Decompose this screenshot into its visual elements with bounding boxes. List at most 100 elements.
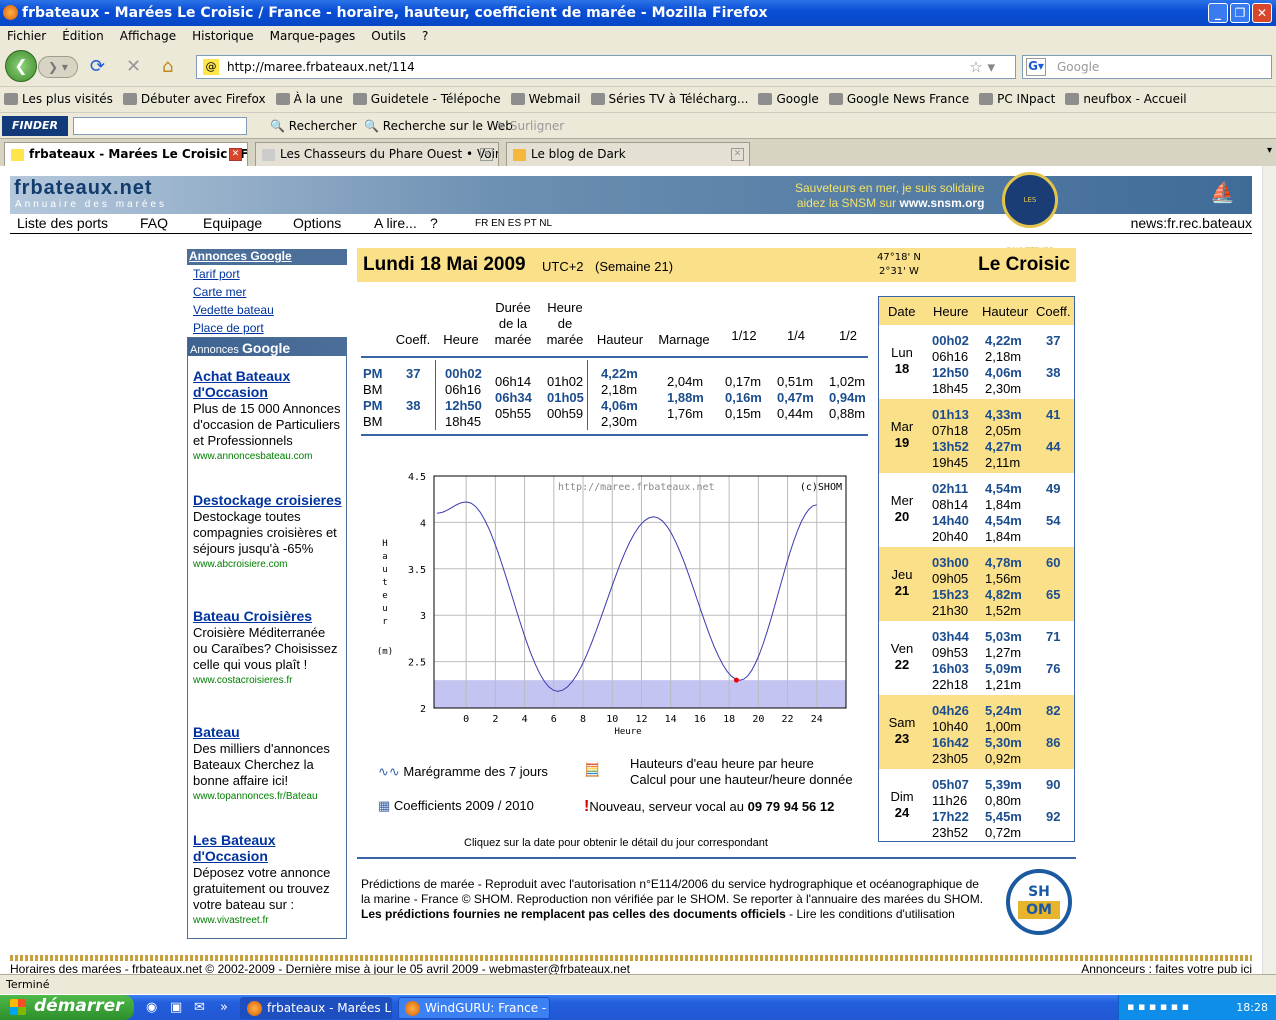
- stop-icon[interactable]: ✕: [126, 56, 141, 77]
- language-links[interactable]: FR EN ES PT NL: [475, 218, 552, 229]
- ad-title[interactable]: Achat Bateaux d'Occasion: [193, 368, 343, 400]
- tab-frbateaux[interactable]: frbateaux - Marées Le Croisic / F... ✕: [4, 142, 248, 166]
- week-day-row[interactable]: Lun 18 00h02 4,22m 06h16 2,18m 12h50 4,06m 18h45…: [879, 325, 1074, 399]
- nav-ports[interactable]: Liste des ports: [17, 215, 108, 231]
- menu-help[interactable]: ?: [422, 26, 428, 48]
- x-tick-label: 4: [522, 714, 528, 725]
- week-day-row[interactable]: Mar 19 01h13 4,33m 07h18 2,05m 13h52 4,27m 19h45…: [879, 399, 1074, 473]
- finder-search-input[interactable]: [73, 117, 247, 135]
- quicklaunch-icon[interactable]: ◉: [146, 1000, 157, 1015]
- close-button[interactable]: ✕: [1252, 3, 1272, 23]
- menu-marque-pages[interactable]: Marque-pages: [270, 26, 356, 48]
- tab-blog-dark[interactable]: Le blog de Dark ✕: [506, 142, 750, 166]
- google-engine-icon[interactable]: G▾: [1026, 58, 1046, 76]
- week-coeff: 60: [1046, 555, 1061, 570]
- sidebar-link[interactable]: Place de port: [193, 321, 347, 335]
- ad-item[interactable]: Achat Bateaux d'Occasion Plus de 15 000 …: [193, 368, 343, 462]
- minimize-button[interactable]: _: [1208, 3, 1228, 23]
- finder-highlight-button[interactable]: ✎ Surligner: [496, 119, 564, 133]
- quicklaunch-icon[interactable]: ✉: [194, 1000, 205, 1015]
- tidegram-link[interactable]: ∿∿ Marégramme des 7 jours: [378, 764, 548, 780]
- site-brand[interactable]: frbateaux.net: [14, 177, 153, 200]
- ad-url[interactable]: www.costacroisieres.fr: [193, 675, 343, 686]
- quicklaunch-more-icon[interactable]: »: [220, 1000, 228, 1015]
- bookmark-item[interactable]: Séries TV à Télécharg...: [591, 87, 749, 112]
- sidebar-link[interactable]: Vedette bateau: [193, 303, 347, 317]
- tab-list-icon[interactable]: ▾: [1267, 145, 1272, 156]
- ad-title[interactable]: Bateau: [193, 724, 343, 740]
- bookmark-item[interactable]: Débuter avec Firefox: [123, 87, 266, 112]
- sidebar-link[interactable]: Carte mer: [193, 285, 347, 299]
- advertisers-link[interactable]: Annonceurs : faites votre pub ici: [1081, 962, 1252, 974]
- nav-help[interactable]: ?: [430, 215, 438, 231]
- finder-search-button[interactable]: 🔍 Rechercher: [270, 119, 357, 133]
- nav-options[interactable]: Options: [293, 215, 341, 231]
- ad-description: Des milliers d'annonces Bateaux Cherchez…: [193, 741, 330, 788]
- conditions-link[interactable]: - Lire les conditions d'utilisation: [786, 907, 955, 921]
- snsm-link[interactable]: www.snsm.org: [900, 196, 985, 210]
- ad-url[interactable]: www.topannonces.fr/Bateau: [193, 791, 343, 802]
- tray-icons[interactable]: ▪ ▪ ▪ ▪ ▪ ▪: [1127, 1000, 1189, 1013]
- hourly-heights-link[interactable]: 🧮 Hauteurs d'eau heure par heure Calcul …: [584, 756, 853, 788]
- vertical-scrollbar[interactable]: [1262, 166, 1276, 974]
- bookmark-item[interactable]: neufbox - Accueil: [1065, 87, 1186, 112]
- ad-title[interactable]: Destockage croisieres: [193, 492, 343, 508]
- start-button[interactable]: démarrer: [0, 995, 134, 1020]
- coefficients-link[interactable]: ▦ Coefficients 2009 / 2010: [378, 798, 534, 814]
- week-time: 07h18: [932, 423, 969, 438]
- week-day-row[interactable]: Jeu 21 03h00 4,78m 09h05 1,56m 15h23 4,82m 21h30…: [879, 547, 1074, 621]
- ad-url[interactable]: www.annoncesbateau.com: [193, 451, 343, 462]
- back-button[interactable]: ❮: [5, 50, 37, 82]
- nav-equipage[interactable]: Equipage: [203, 215, 262, 231]
- close-tab-icon[interactable]: ✕: [480, 148, 493, 161]
- bookmark-item[interactable]: Google: [758, 87, 818, 112]
- taskbar-item[interactable]: WindGURU: France - ...: [398, 997, 550, 1019]
- week-time: 17h22: [932, 809, 969, 824]
- bookmark-item[interactable]: À la une: [276, 87, 343, 112]
- sidebar-link[interactable]: Tarif port: [193, 267, 347, 281]
- ad-item[interactable]: Bateau Des milliers d'annonces Bateaux C…: [193, 724, 343, 802]
- home-icon[interactable]: ⌂: [162, 56, 173, 77]
- bookmark-star-icon[interactable]: ☆ ▾: [969, 58, 995, 76]
- ad-item[interactable]: Les Bateaux d'Occasion Déposez votre ann…: [193, 832, 343, 926]
- taskbar-item[interactable]: frbateaux - Marées L...: [240, 997, 392, 1019]
- finder-web-button[interactable]: 🔍 Recherche sur le Web: [364, 119, 513, 133]
- week-height: 2,11m: [985, 455, 1021, 470]
- nav-alire[interactable]: A lire...: [374, 215, 417, 231]
- bookmark-item[interactable]: Guidetele - Télépoche: [353, 87, 501, 112]
- bookmark-item[interactable]: Webmail: [511, 87, 581, 112]
- ad-url[interactable]: www.vivastreet.fr: [193, 915, 343, 926]
- tab-chasseurs[interactable]: Les Chasseurs du Phare Ouest • Voir le..…: [255, 142, 499, 166]
- week-day-row[interactable]: Sam 23 04h26 5,24m 10h40 1,00m 16h42 5,30m 23h05…: [879, 695, 1074, 769]
- bookmark-item[interactable]: Les plus visités: [4, 87, 113, 112]
- menu-historique[interactable]: Historique: [192, 26, 254, 48]
- week-day-row[interactable]: Mer 20 02h11 4,54m 08h14 1,84m 14h40 4,54m 20h40…: [879, 473, 1074, 547]
- bookmark-item[interactable]: Google News France: [829, 87, 969, 112]
- sidebar-heading[interactable]: Annonces Google: [187, 249, 347, 265]
- reload-icon[interactable]: ⟳: [90, 56, 105, 77]
- url-bar[interactable]: @ http://maree.frbateaux.net/114 ☆ ▾: [196, 55, 1016, 79]
- week-number: (Semaine 21): [595, 259, 674, 274]
- ad-item[interactable]: Bateau Croisières Croisière Méditerranée…: [193, 608, 343, 686]
- close-tab-icon[interactable]: ✕: [229, 148, 242, 161]
- week-day-row[interactable]: Dim 24 05h07 5,39m 11h26 0,80m 17h22 5,45m 23h52…: [879, 769, 1074, 843]
- nav-news[interactable]: news:fr.rec.bateaux: [1131, 215, 1252, 231]
- menu-fichier[interactable]: Fichier: [7, 26, 46, 48]
- menu-outils[interactable]: Outils: [371, 26, 406, 48]
- quicklaunch-icon[interactable]: ▣: [170, 1000, 182, 1015]
- col-header: Marnage: [658, 332, 710, 347]
- close-tab-icon[interactable]: ✕: [731, 148, 744, 161]
- bookmark-item[interactable]: PC INpact: [979, 87, 1055, 112]
- week-day-row[interactable]: Ven 22 03h44 5,03m 09h53 1,27m 16h03 5,09m 22h18…: [879, 621, 1074, 695]
- ad-title[interactable]: Les Bateaux d'Occasion: [193, 832, 343, 864]
- ad-url[interactable]: www.abcroisiere.com: [193, 559, 343, 570]
- calendar-icon: ▦: [378, 798, 391, 813]
- menu-affichage[interactable]: Affichage: [120, 26, 176, 48]
- menu-edition[interactable]: Édition: [62, 26, 104, 48]
- nav-faq[interactable]: FAQ: [140, 215, 168, 231]
- ad-title[interactable]: Bateau Croisières: [193, 608, 343, 624]
- search-field[interactable]: G▾ Google: [1022, 55, 1272, 79]
- maximize-button[interactable]: ❐: [1230, 3, 1250, 23]
- ad-item[interactable]: Destockage croisieres Destockage toutes …: [193, 492, 343, 570]
- forward-button[interactable]: ❯ ▾: [38, 56, 78, 78]
